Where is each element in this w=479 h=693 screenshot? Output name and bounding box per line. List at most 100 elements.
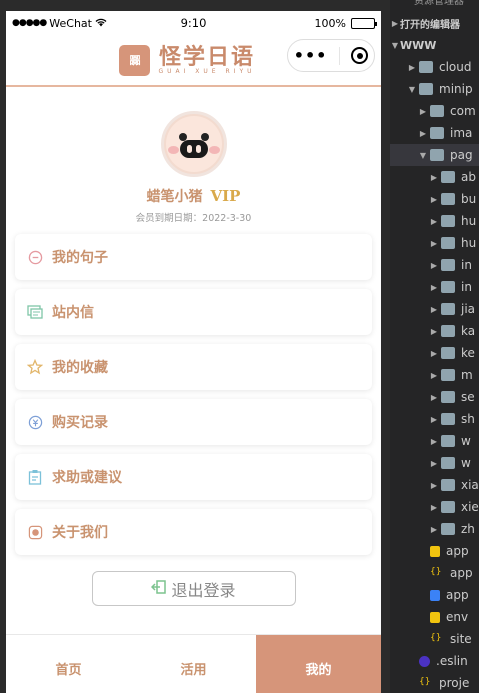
mini-program-capsule: ••• <box>287 39 375 72</box>
folder-open-icon <box>430 149 444 161</box>
menu-item[interactable]: 我的句子 <box>15 234 372 280</box>
explorer-folder[interactable]: ▶ w <box>390 430 479 452</box>
clipboard-icon <box>27 469 43 485</box>
explorer-folder[interactable]: ▶ ab <box>390 166 479 188</box>
explorer-item-name: sh <box>461 412 475 426</box>
close-target-icon[interactable] <box>351 47 369 64</box>
explorer-folder[interactable]: ▶ se <box>390 386 479 408</box>
menu-item-label: 求助或建议 <box>52 470 122 486</box>
explorer-item-name: cloud <box>439 60 472 74</box>
folder-icon <box>441 215 455 227</box>
workspace-root[interactable]: ▼ WWW <box>390 34 479 56</box>
explorer-folder[interactable]: ▶ hu <box>390 232 479 254</box>
explorer-title: 资源管理器 <box>414 0 464 7</box>
star-icon <box>27 359 43 375</box>
menu-item[interactable]: 我的收藏 <box>15 344 372 390</box>
folder-icon <box>441 413 455 425</box>
purchase-icon <box>27 414 43 430</box>
explorer-folder[interactable]: ▶ w <box>390 452 479 474</box>
explorer-folder[interactable]: ▶ in <box>390 276 479 298</box>
brand-pinyin: GUAI XUE RIYU <box>158 67 256 75</box>
explorer-folder[interactable]: ▶ ima <box>390 122 479 144</box>
avatar[interactable] <box>160 111 227 177</box>
membership-expiry: 会员到期日期：2022-3-30 <box>135 213 252 224</box>
file-explorer-panel: 资源管理器 ▶ 打开的编辑器 ▼ WWW ▶ cloud ▼ minip ▶ com ▶ ima ▼… <box>390 0 479 693</box>
folder-icon <box>441 369 455 381</box>
explorer-folder[interactable]: ▶ jia <box>390 298 479 320</box>
explorer-item-name: ab <box>461 170 476 184</box>
explorer-file[interactable]: app <box>390 584 479 606</box>
explorer-file[interactable]: .eslin <box>390 650 479 672</box>
explorer-item-name: ka <box>461 324 476 338</box>
simulator-panel: ●●●●● WeChat 9:10 100% 嚻 怪学日语 GUAI XUE R… <box>0 0 390 693</box>
css-icon <box>430 589 440 601</box>
explorer-item-name: proje <box>439 676 470 690</box>
explorer-folder[interactable]: ▶ xie <box>390 496 479 518</box>
explorer-item-name: app <box>446 544 469 558</box>
explorer-folder[interactable]: ▶ xia <box>390 474 479 496</box>
explorer-item-name: in <box>461 280 472 294</box>
explorer-file[interactable]: app <box>390 540 479 562</box>
tab-item[interactable]: 活用 <box>131 635 256 693</box>
folder-icon <box>441 479 455 491</box>
explorer-folder[interactable]: ▶ hu <box>390 210 479 232</box>
sentence-icon <box>27 249 43 265</box>
menu-item[interactable]: 站内信 <box>15 289 372 335</box>
explorer-folder[interactable]: ▶ ke <box>390 342 479 364</box>
open-editors-section[interactable]: ▶ 打开的编辑器 <box>390 12 479 34</box>
folder-icon <box>441 325 455 337</box>
explorer-file[interactable]: {} proje <box>390 672 479 693</box>
explorer-item-name: m <box>461 368 473 382</box>
tab-item[interactable]: 我的 <box>256 635 381 693</box>
vip-badge: VIP <box>210 187 241 205</box>
explorer-folder[interactable]: ▶ cloud <box>390 56 479 78</box>
more-icon[interactable]: ••• <box>294 47 328 63</box>
explorer-folder[interactable]: ▶ in <box>390 254 479 276</box>
explorer-item-name: w <box>461 456 471 470</box>
status-bar: ●●●●● WeChat 9:10 100% <box>6 11 381 35</box>
folder-icon <box>441 281 455 293</box>
explorer-item-name: xie <box>461 500 479 514</box>
folder-icon <box>430 105 444 117</box>
folder-icon <box>441 523 455 535</box>
folder-open-icon <box>419 83 433 95</box>
message-icon <box>27 304 43 320</box>
folder-icon <box>441 237 455 249</box>
menu-item[interactable]: 关于我们 <box>15 509 372 555</box>
about-icon <box>27 524 43 540</box>
explorer-folder[interactable]: ▶ sh <box>390 408 479 430</box>
explorer-file[interactable]: {} site <box>390 628 479 650</box>
tab-item[interactable]: 首页 <box>6 635 131 693</box>
phone-screen: ●●●●● WeChat 9:10 100% 嚻 怪学日语 GUAI XUE R… <box>6 11 381 693</box>
explorer-item-name: hu <box>461 214 477 228</box>
menu-item[interactable]: 购买记录 <box>15 399 372 445</box>
logout-button[interactable]: 退出登录 <box>91 571 296 606</box>
explorer-folder[interactable]: ▶ ka <box>390 320 479 342</box>
explorer-folder[interactable]: ▶ m <box>390 364 479 386</box>
explorer-folder[interactable]: ▶ com <box>390 100 479 122</box>
json-icon: {} <box>430 633 442 643</box>
pig-avatar-icon <box>165 116 222 172</box>
explorer-item-name: in <box>461 258 472 272</box>
explorer-item-name: pag <box>450 148 473 162</box>
menu-item[interactable]: 求助或建议 <box>15 454 372 500</box>
brand-logo: 嚻 怪学日语 GUAI XUE RIYU <box>119 44 256 76</box>
folder-icon <box>441 501 455 513</box>
explorer-folder[interactable]: ▼ minip <box>390 78 479 100</box>
nav-bar: 嚻 怪学日语 GUAI XUE RIYU ••• <box>6 35 381 87</box>
menu-item-label: 关于我们 <box>52 525 108 541</box>
explorer-item-name: .eslin <box>436 654 468 668</box>
js-icon <box>430 611 440 623</box>
username: 蜡笔小猪 <box>146 189 203 205</box>
explorer-item-name: app <box>446 588 469 602</box>
explorer-folder[interactable]: ▶ bu <box>390 188 479 210</box>
tab-bar: 首页 活用 我的 <box>6 634 381 693</box>
explorer-folder[interactable]: ▶ zh <box>390 518 479 540</box>
explorer-file[interactable]: {} app <box>390 562 479 584</box>
explorer-item-name: minip <box>439 82 473 96</box>
explorer-folder[interactable]: ▼ pag <box>390 144 479 166</box>
explorer-item-name: bu <box>461 192 477 206</box>
explorer-item-name: env <box>446 610 469 624</box>
explorer-file[interactable]: env <box>390 606 479 628</box>
battery-icon <box>351 17 377 29</box>
